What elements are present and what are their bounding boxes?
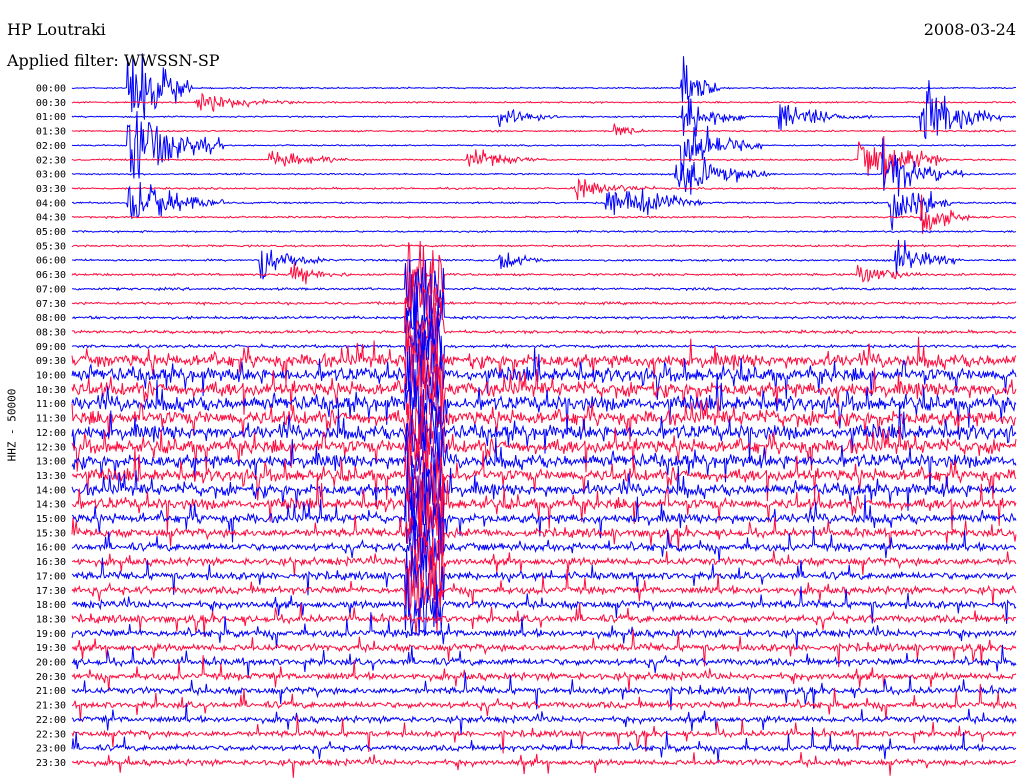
trace-1330: [71, 441, 1017, 529]
time-label: 09:30: [36, 356, 66, 367]
time-label: 04:00: [36, 198, 66, 209]
time-label: 03:30: [36, 184, 66, 195]
trace-0430: [71, 194, 1017, 234]
trace-0200: [71, 111, 1017, 181]
time-label: 10:30: [36, 385, 66, 396]
time-label: 23:30: [36, 758, 66, 769]
time-label: 05:00: [36, 227, 66, 238]
filter-label: Applied filter: WWSSN-SP: [7, 51, 220, 70]
time-label: 08:00: [36, 313, 66, 324]
time-label: 15:00: [36, 514, 66, 525]
trace-0130: [71, 123, 1017, 136]
time-label: 19:30: [36, 643, 66, 654]
time-label: 01:30: [36, 127, 66, 138]
trace-0030: [71, 92, 1016, 112]
time-label: 12:30: [36, 442, 66, 453]
station-title: HP Loutraki: [7, 20, 106, 39]
trace-2330: [71, 751, 1017, 778]
trace-0400: [71, 181, 1017, 231]
time-label: 12:00: [36, 428, 66, 439]
time-label: 07:00: [36, 284, 66, 295]
time-label: 01:00: [36, 112, 66, 123]
trace-1030: [71, 349, 1017, 427]
time-label: 13:30: [36, 471, 66, 482]
time-label: 09:00: [36, 342, 66, 353]
trace-0230: [71, 135, 1017, 184]
time-label: 22:00: [36, 715, 66, 726]
time-label: 00:30: [36, 98, 66, 109]
time-label: 04:30: [36, 213, 66, 224]
time-label: 14:00: [36, 485, 66, 496]
time-label: 22:30: [36, 729, 66, 740]
trace-1200: [71, 398, 1017, 464]
time-label: 11:30: [36, 414, 66, 425]
time-label: 18:30: [36, 614, 66, 625]
helicorder-plot: 00:00 00:30 01:00 01:30 02:00 02:30 03:00 03:30…: [36, 53, 1017, 778]
trace-0800: [71, 286, 1017, 360]
time-label: 14:30: [36, 500, 66, 511]
time-label: 21:00: [36, 686, 66, 697]
trace-0330: [71, 178, 1017, 201]
time-label: 08:30: [36, 327, 66, 338]
trace-1800: [71, 570, 1017, 637]
time-label: 17:30: [36, 586, 66, 597]
date-label: 2008-03-24: [923, 20, 1016, 39]
seismic-traces: [71, 53, 1017, 778]
time-label: 06:00: [36, 256, 66, 267]
time-label: 10:00: [36, 371, 66, 382]
time-label: 07:30: [36, 299, 66, 310]
trace-0300: [71, 137, 1017, 197]
channel-label: HHZ - 50000: [5, 388, 19, 462]
trace-0830: [71, 297, 1017, 365]
time-label: 06:30: [36, 270, 66, 281]
time-label: 05:30: [36, 241, 66, 252]
time-axis-labels: 00:00 00:30 01:00 01:30 02:00 02:30 03:00 03:30…: [36, 84, 66, 769]
time-label: 13:00: [36, 457, 66, 468]
trace-1500: [71, 475, 1017, 552]
trace-0730: [71, 269, 1017, 333]
time-label: 20:00: [36, 658, 66, 669]
trace-2200: [71, 703, 1017, 735]
time-label: 03:00: [36, 170, 66, 181]
time-label: 02:30: [36, 155, 66, 166]
time-label: 17:00: [36, 571, 66, 582]
time-label: 21:30: [36, 701, 66, 712]
time-label: 16:30: [36, 557, 66, 568]
trace-0500: [71, 229, 1017, 234]
time-label: 23:00: [36, 744, 66, 755]
time-label: 00:00: [36, 84, 66, 95]
time-label: 15:30: [36, 528, 66, 539]
time-label: 02:00: [36, 141, 66, 152]
trace-0530: [71, 243, 1017, 248]
trace-1430: [71, 473, 1017, 551]
trace-0630: [71, 240, 1017, 305]
time-label: 18:00: [36, 600, 66, 611]
time-label: 11:00: [36, 399, 66, 410]
time-label: 20:30: [36, 672, 66, 683]
time-label: 19:00: [36, 629, 66, 640]
time-label: 16:00: [36, 543, 66, 554]
